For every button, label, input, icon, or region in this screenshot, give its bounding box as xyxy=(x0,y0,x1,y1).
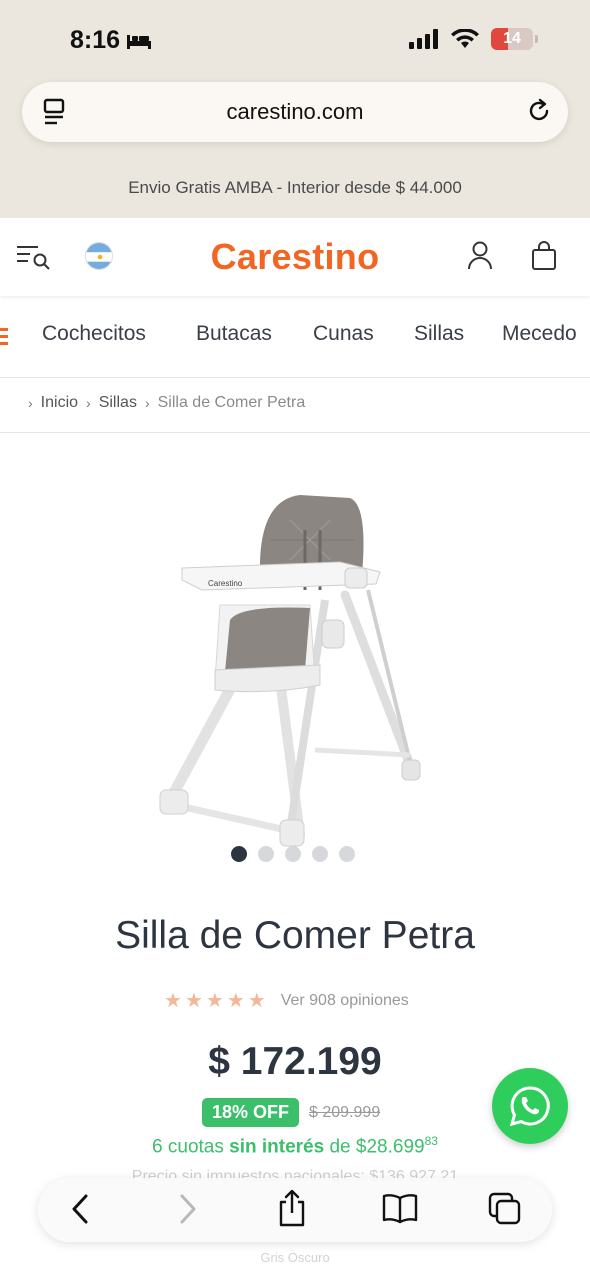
star-icon: ★ xyxy=(164,990,182,1012)
installments-interest: sin interés xyxy=(229,1136,325,1158)
tabs-icon[interactable] xyxy=(488,1192,522,1226)
wifi-icon xyxy=(451,29,479,48)
whatsapp-icon xyxy=(509,1086,550,1127)
breadcrumb-section[interactable]: Sillas xyxy=(99,394,137,412)
category-cunas[interactable]: Cunas xyxy=(313,322,374,346)
star-icon: ★ xyxy=(205,990,224,1012)
discount-row: 18% OFF $ 209.999 xyxy=(202,1098,380,1127)
chair-brand-text: Carestino xyxy=(208,579,243,588)
url-bar[interactable]: carestino.com xyxy=(22,82,568,142)
carousel-dot[interactable] xyxy=(285,846,301,862)
breadcrumb-home[interactable]: Inicio xyxy=(41,394,78,412)
url-text: carestino.com xyxy=(226,99,364,124)
star-icon: ★ xyxy=(184,990,203,1012)
reviews-link[interactable]: Ver 908 opiniones xyxy=(281,992,409,1010)
product-title: Silla de Comer Petra xyxy=(115,914,475,957)
chevron-right-icon: › xyxy=(86,395,91,411)
product-price: $ 172.199 xyxy=(208,1040,382,1083)
category-menu-icon[interactable] xyxy=(0,328,8,349)
product-image[interactable]: Carestino xyxy=(140,480,450,850)
browser-top-chrome: 8:16 14 carestino.com Envio Gratis AMBA … xyxy=(0,0,590,218)
star-icon: ★ xyxy=(247,990,266,1012)
bookmarks-icon[interactable] xyxy=(382,1192,418,1224)
carousel-dot[interactable] xyxy=(258,846,274,862)
chevron-right-icon: › xyxy=(28,395,33,411)
installments-count: 6 cuotas xyxy=(152,1136,224,1158)
signal-icon xyxy=(409,29,438,49)
time-text: 8:16 xyxy=(70,26,121,54)
bed-icon xyxy=(127,34,152,49)
user-account-icon[interactable] xyxy=(466,240,494,272)
category-cochecitos[interactable]: Cochecitos xyxy=(42,322,146,346)
share-icon[interactable] xyxy=(276,1188,308,1228)
breadcrumb: › Inicio › Sillas › Silla de Comer Petra xyxy=(28,394,305,412)
star-icon: ★ xyxy=(226,990,245,1012)
installments-cents: 83 xyxy=(424,1134,438,1148)
chevron-right-icon: › xyxy=(144,395,150,411)
product-rating[interactable]: ★ ★ ★ ★ ★ Ver 908 opiniones xyxy=(164,988,409,1013)
whatsapp-button[interactable] xyxy=(492,1068,568,1144)
browser-bottom-toolbar xyxy=(38,1178,552,1242)
category-sillas[interactable]: Sillas xyxy=(414,322,464,346)
site-logo[interactable]: Carestino xyxy=(0,236,590,278)
divider xyxy=(0,432,590,433)
category-mecedoras[interactable]: Mecedo xyxy=(502,322,577,346)
forward-icon[interactable] xyxy=(176,1192,200,1226)
back-icon[interactable] xyxy=(68,1192,92,1226)
battery-icon: 14 xyxy=(491,28,533,50)
carousel-dot[interactable] xyxy=(312,846,328,862)
category-butacas[interactable]: Butacas xyxy=(196,322,272,346)
installments-info: 6 cuotas sin interés de $28.69983 xyxy=(0,1134,590,1158)
color-label: Gris Oscuro xyxy=(260,1250,330,1265)
category-nav: Cochecitos Butacas Cunas Sillas Mecedo xyxy=(0,296,590,378)
promo-banner: Envio Gratis AMBA - Interior desde $ 44.… xyxy=(128,178,462,197)
status-bar: 8:16 14 xyxy=(0,0,590,80)
shopping-bag-icon[interactable] xyxy=(530,240,558,272)
carousel-dot[interactable] xyxy=(231,846,247,862)
battery-level: 14 xyxy=(503,30,521,47)
status-time: 8:16 xyxy=(70,26,152,55)
carousel-dot[interactable] xyxy=(339,846,355,862)
installments-amount: de $28.699 xyxy=(329,1136,425,1158)
site-header: Carestino xyxy=(0,218,590,296)
old-price: $ 209.999 xyxy=(309,1103,381,1121)
discount-badge: 18% OFF xyxy=(202,1098,300,1127)
reload-icon[interactable] xyxy=(524,96,554,126)
image-carousel-dots xyxy=(231,846,355,862)
breadcrumb-current: Silla de Comer Petra xyxy=(157,394,306,411)
status-indicators: 14 xyxy=(409,28,538,50)
